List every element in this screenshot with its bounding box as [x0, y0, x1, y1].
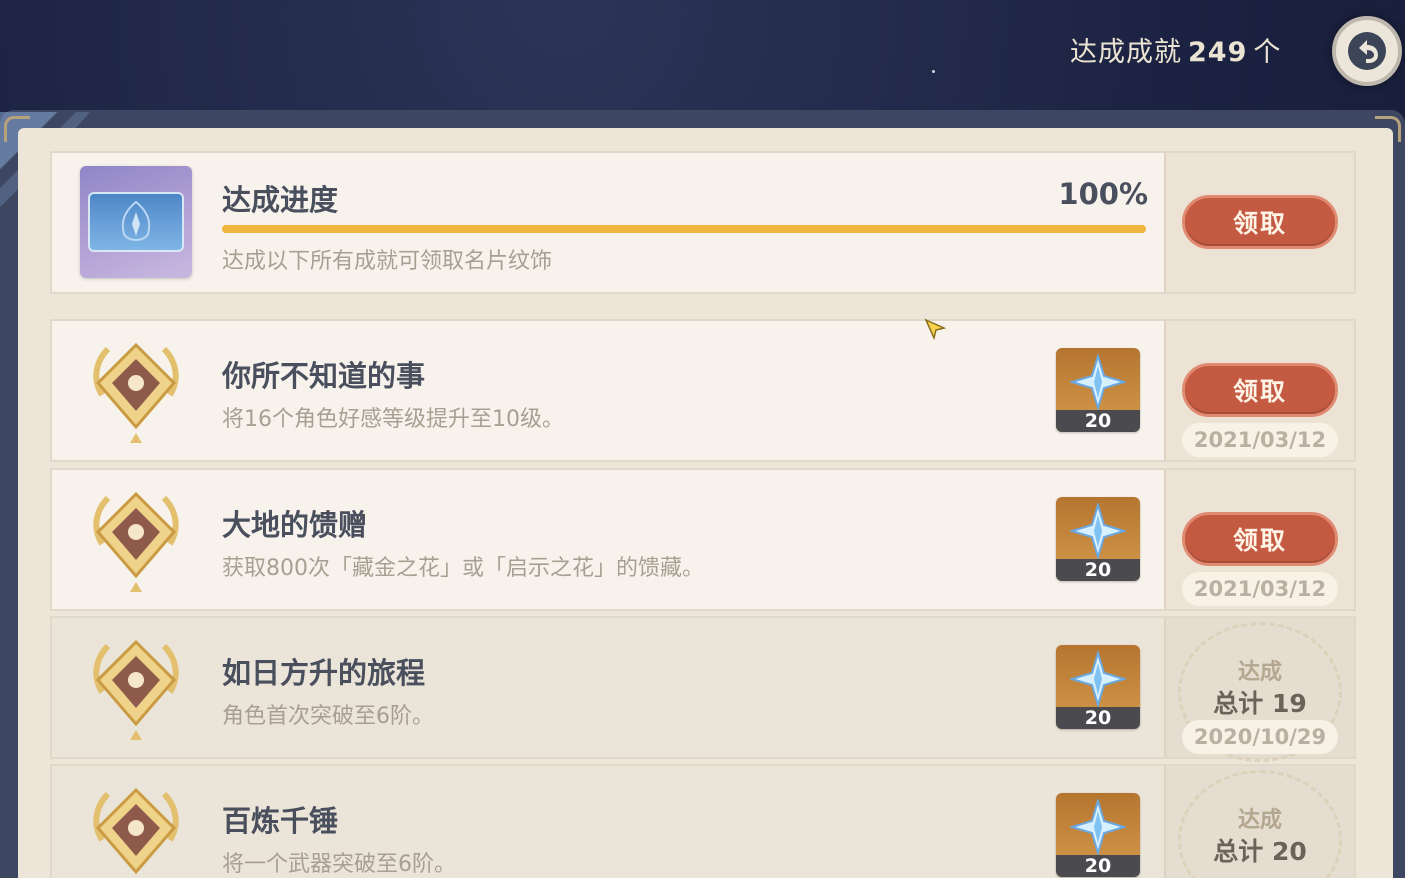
achievement-title: 你所不知道的事: [222, 359, 426, 393]
achievement-count-unit: 个: [1253, 37, 1282, 68]
achievement-date: 2021/03/12: [1182, 423, 1338, 457]
achievement-description: 获取800次「藏金之花」或「启示之花」的馈藏。: [222, 556, 704, 581]
achievement-description: 将一个武器突破至6阶。: [222, 852, 456, 877]
back-button[interactable]: [1332, 16, 1402, 86]
achievement-count: 达成成就 249 个: [1070, 30, 1281, 69]
achievement-date: 2020/10/29: [1182, 720, 1338, 754]
claim-namecard-button[interactable]: 领取: [1182, 195, 1338, 249]
primogem-icon: [1070, 651, 1126, 707]
namecard-thumbnail: [80, 166, 192, 278]
achievement-count-label: 达成成就: [1070, 37, 1182, 68]
achievement-medal-icon: [93, 491, 179, 592]
progress-description: 达成以下所有成就可领取名片纹饰: [222, 249, 553, 274]
achievement-description: 角色首次突破至6阶。: [222, 704, 434, 729]
seal-completed-label: 达成: [1237, 808, 1282, 833]
primogem-reward: 20: [1056, 793, 1140, 877]
achievement-count-value: 249: [1188, 37, 1248, 68]
progress-bar-fill: [222, 225, 1146, 233]
achievement-row: 百炼千锤 将一个武器突破至6阶。 20 达成 总计 20: [50, 764, 1356, 878]
reward-quantity: 20: [1056, 559, 1140, 581]
claim-reward-button[interactable]: 领取: [1182, 512, 1338, 566]
primogem-icon: [1070, 799, 1126, 855]
achievement-row: 你所不知道的事 将16个角色好感等级提升至10级。 20 领取 2021/03/…: [50, 319, 1356, 462]
namecard-emblem-icon: [88, 192, 184, 252]
primogem-reward: 20: [1056, 497, 1140, 581]
achievement-description: 将16个角色好感等级提升至10级。: [222, 407, 564, 432]
reward-quantity: 20: [1056, 855, 1140, 877]
achievement-medal-icon: [93, 639, 179, 740]
reward-quantity: 20: [1056, 707, 1140, 729]
cursor-icon: [924, 318, 947, 341]
progress-title: 达成进度: [222, 183, 339, 217]
progress-row: 达成进度 100% 达成以下所有成就可领取名片纹饰 领取: [50, 151, 1356, 294]
seal-total-count: 总计 19: [1213, 689, 1307, 718]
achievement-medal-icon: [93, 787, 179, 875]
back-arrow-icon: [1348, 32, 1386, 70]
star-sparkle: [932, 70, 935, 73]
primogem-reward: 20: [1056, 348, 1140, 432]
achievement-title: 大地的馈赠: [222, 508, 368, 542]
primogem-reward: 20: [1056, 645, 1140, 729]
primogem-icon: [1070, 503, 1126, 559]
reward-quantity: 20: [1056, 410, 1140, 432]
seal-total-count: 总计 20: [1213, 837, 1307, 866]
progress-bar-track: [222, 225, 1146, 233]
achievement-title: 百炼千锤: [222, 804, 339, 838]
achievement-row: 如日方升的旅程 角色首次突破至6阶。 20 达成 总计 19 2020/10/2…: [50, 616, 1356, 762]
achievement-row: 大地的馈赠 获取800次「藏金之花」或「启示之花」的馈藏。 20 领取 2021…: [50, 468, 1356, 611]
achievement-medal-icon: [93, 342, 179, 443]
progress-percent: 100%: [1058, 177, 1148, 211]
achievement-date: 2021/03/12: [1182, 572, 1338, 606]
seal-completed-label: 达成: [1237, 660, 1282, 685]
primogem-icon: [1070, 354, 1126, 410]
claim-reward-button[interactable]: 领取: [1182, 363, 1338, 417]
achievement-title: 如日方升的旅程: [222, 656, 426, 690]
